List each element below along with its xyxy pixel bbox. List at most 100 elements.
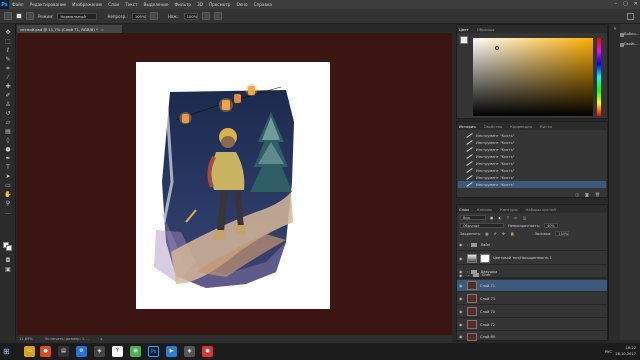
close-icon[interactable]: × [101,27,104,32]
history-item[interactable]: Инструмент "Кисть" [458,153,606,160]
eye-icon[interactable]: ◉ [459,322,464,327]
brush-panel-icon[interactable] [26,12,34,20]
zoom-icon[interactable]: ⚲ [4,201,12,207]
healing-icon[interactable]: ✚ [4,84,12,90]
layer-row[interactable]: ◉ Слой 69 [457,332,607,342]
type-icon[interactable]: T [4,165,12,171]
libraries-label[interactable]: Библи... [624,32,639,36]
menu-3d[interactable]: 3D [197,2,203,7]
layer-row[interactable]: ◉ Цветовой тон/Насыщенность 1 [457,252,607,265]
tab-paths[interactable]: Контуры [500,207,517,212]
menu-select[interactable]: Выделение [144,2,169,7]
collapse-panels-icon[interactable]: « [611,26,619,33]
dodge-icon[interactable]: ● [4,147,12,153]
history-item[interactable]: Инструмент "Кисть" [458,167,606,174]
crop-icon[interactable]: ⌗ [4,66,12,72]
menu-edit[interactable]: Редактирование [30,2,67,7]
history-item[interactable]: Инструмент "Кисть" [458,174,606,181]
quick-select-icon[interactable]: ✎ [4,57,12,63]
blend-mode-select[interactable]: Обычные [460,223,504,228]
move-icon[interactable]: ✥ [4,30,12,36]
tab-history[interactable]: История [459,124,476,129]
new-snapshot-icon[interactable]: ◫ [575,192,579,198]
layer-row[interactable]: ◉ ⌄ Снег [457,272,607,279]
files-icon[interactable]: ▤ [58,346,69,357]
menu-image[interactable]: Изображение [72,2,102,7]
eraser-icon[interactable]: ▱ [4,120,12,126]
document-canvas[interactable] [136,62,330,309]
lasso-icon[interactable]: ℓ [4,48,12,54]
chevron-down-icon[interactable]: ⌄ [467,273,470,277]
properties-label[interactable]: Свойс... [624,42,639,46]
tab-properties[interactable]: Свойства [484,124,503,129]
color-picker-field[interactable] [473,38,593,116]
menu-window[interactable]: Окно [236,2,247,7]
layer-filter-select[interactable]: Вид [460,215,486,220]
eye-icon[interactable]: ◉ [459,273,464,278]
eyedropper-icon[interactable]: ⁄ [4,75,12,81]
history-brush-icon[interactable]: ↺ [4,111,12,117]
browser-icon[interactable]: ● [40,346,51,357]
document-tab[interactable]: лесной.psd @ 11,7% (Слой 71, RGB/8) * × [17,25,122,33]
layer-row[interactable]: ◉ Слой 73 [457,293,607,305]
menu-view[interactable]: Просмотр [209,2,231,7]
pressure-size-icon[interactable] [213,12,222,20]
layer-row[interactable]: ◉ › Лайн [457,239,607,251]
close-button[interactable]: ✕ [634,1,638,7]
media-app-icon[interactable]: ◈ [94,346,105,357]
gradient-icon[interactable]: ▤ [4,129,12,135]
more-tools-icon[interactable]: … [4,210,12,216]
blur-icon[interactable]: ◊ [4,138,12,144]
color-picker-handle[interactable] [495,46,499,50]
yandex-icon[interactable]: Y [112,346,123,357]
pressure-opacity-icon[interactable] [149,12,158,20]
layer-row-selected[interactable]: ◉ Слой 71 [457,280,607,292]
menu-type[interactable]: Текст [125,2,137,7]
mode-select[interactable]: Нормальный [57,12,98,20]
background-color-swatch[interactable] [6,245,12,251]
eye-icon[interactable]: ◉ [459,334,464,339]
camera-icon[interactable]: ◙ [585,192,589,198]
layer-opacity-field[interactable]: 40% [544,223,559,228]
windows-start-icon[interactable]: ⊞ [3,347,12,356]
screen-mode-icon[interactable]: ▣ [4,267,12,273]
pen-icon[interactable]: ✒ [4,156,12,162]
explorer-icon[interactable]: ▭ [24,346,35,357]
tab-brushes[interactable]: Кисти [540,124,552,129]
opacity-field[interactable]: 100% [131,12,146,20]
menu-layers[interactable]: Слои [108,2,119,7]
history-item[interactable]: Инструмент "Кисть" [458,160,606,167]
current-color-swatch[interactable] [460,36,468,44]
tab-brush-sets[interactable]: Наборы кистей [526,207,556,212]
input-language[interactable]: РУС [605,349,612,354]
eye-icon[interactable]: ◉ [459,242,464,247]
hand-icon[interactable]: ✋ [4,192,12,198]
eye-icon[interactable]: ◉ [459,309,464,314]
camera-icon[interactable]: ● [202,346,213,357]
clone-stamp-icon[interactable]: ♙ [4,102,12,108]
photoshop-icon[interactable]: Ps [148,346,159,357]
tab-channels[interactable]: Каналы [477,207,492,212]
tab-adjustments[interactable]: Коррекция [510,124,532,129]
settings-icon[interactable]: ⚙ [76,346,87,357]
player-icon[interactable]: ▶ [166,346,177,357]
quick-mask-icon[interactable]: ◘ [4,258,12,264]
hue-slider[interactable] [597,38,601,116]
minimize-button[interactable]: – [615,1,618,7]
menu-filter[interactable]: Фильтр [175,2,192,7]
system-clock[interactable]: 16:22 28.10.2017 [615,345,636,357]
brush-tool-icon[interactable] [4,12,12,20]
trash-icon[interactable]: 🗑 [595,192,600,198]
brush-preset-icon[interactable] [16,13,22,19]
eye-icon[interactable]: ◉ [459,256,464,261]
path-select-icon[interactable]: ➤ [4,174,12,180]
tab-color[interactable]: Цвет [459,27,469,32]
zoom-level[interactable]: 11,69% [19,337,33,341]
media-icon[interactable]: ◈ [184,346,195,357]
tab-layers[interactable]: Слои [459,207,469,212]
menu-file[interactable]: Файл [12,2,24,7]
chrome-icon[interactable]: ◉ [130,346,141,357]
filter-icons[interactable]: ▣ ◐ T ▭ ◫ [490,216,528,220]
layer-row[interactable]: ◉ Слой 72 [457,319,607,331]
menu-help[interactable]: Справка [254,2,272,7]
